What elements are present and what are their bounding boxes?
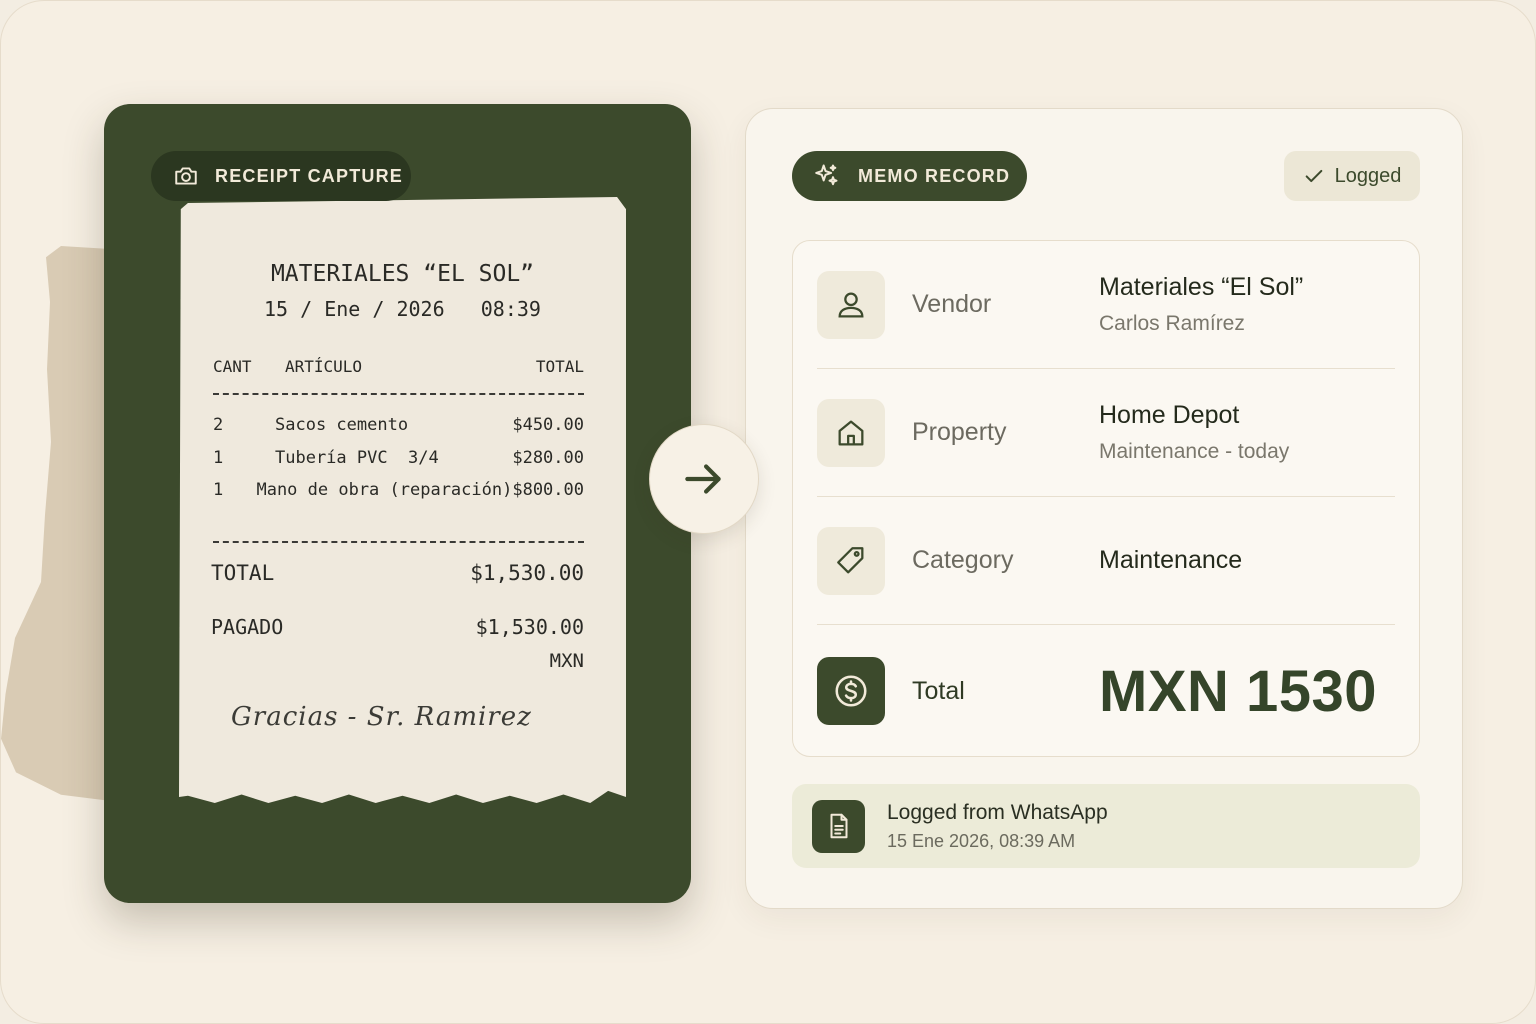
receipt-paid-label: PAGADO — [211, 615, 284, 639]
total-value: MXN 1530 — [1099, 658, 1378, 724]
receipt-paid-value: $1,530.00 — [475, 615, 584, 639]
source-title: Logged from WhatsApp — [887, 800, 1108, 824]
source-info-bar: Logged from WhatsApp 15 Ene 2026, 08:39 … — [792, 784, 1420, 868]
transfer-arrow-button[interactable] — [649, 424, 759, 534]
receipt-col-total: TOTAL — [535, 357, 584, 376]
field-category: Category Maintenance — [817, 497, 1395, 625]
source-timestamp: 15 Ene 2026, 08:39 AM — [887, 830, 1076, 851]
memo-record-badge: MEMO RECORD — [792, 151, 1027, 201]
field-property: Property Home Depot Maintenance - today — [817, 369, 1395, 497]
category-value-group: Maintenance — [1099, 546, 1242, 575]
receipt-item-row: 1 Tubería PVC 3/4 $280.00 — [213, 442, 584, 475]
property-label: Property — [912, 418, 1007, 446]
item-qty: 1 — [213, 447, 224, 468]
property-value-group: Home Depot Maintenance - today — [1099, 401, 1289, 464]
receipt-total-value: $1,530.00 — [470, 561, 584, 585]
camera-icon — [175, 167, 197, 185]
item-desc: Tubería PVC 3/4 — [275, 447, 439, 468]
category-icon-box — [817, 526, 885, 595]
total-icon-box — [817, 657, 885, 725]
receipt-item-row: 1 Mano de obra (reparación) $800.00 — [213, 474, 584, 507]
vendor-value-group: Materiales “El Sol” Carlos Ramírez — [1099, 273, 1303, 336]
receipt-total-label: TOTAL — [211, 561, 275, 585]
item-amount: $280.00 — [512, 447, 584, 468]
receipt-item-row: 2 Sacos cemento $450.00 — [213, 409, 584, 442]
logged-status-label: Logged — [1334, 164, 1402, 187]
tag-icon — [837, 546, 864, 573]
item-amount: $800.00 — [512, 480, 584, 501]
receipt-paper: MATERIALES “EL SOL” 15 / Ene / 2026 08:3… — [179, 197, 626, 803]
person-icon — [838, 292, 864, 317]
item-qty: 2 — [213, 415, 224, 436]
vendor-contact: Carlos Ramírez — [1099, 312, 1245, 335]
receipt-col-qty: CANT — [213, 357, 252, 376]
app-frame: RECEIPT CAPTURE MATERIALES “EL SOL” 15 /… — [0, 0, 1536, 1024]
memo-record-label: MEMO RECORD — [858, 165, 1011, 186]
vendor-icon-box — [817, 270, 885, 339]
sparkle-icon — [815, 164, 838, 186]
category-label: Category — [912, 546, 1014, 574]
house-icon — [838, 420, 864, 445]
vendor-label: Vendor — [912, 290, 992, 318]
arrow-right-icon — [685, 464, 721, 494]
receipt-currency: MXN — [549, 650, 584, 672]
document-icon — [830, 813, 847, 839]
item-amount: $450.00 — [512, 415, 584, 436]
receipt-datetime: 15 / Ene / 2026 08:39 — [264, 297, 541, 321]
logged-status-badge: Logged — [1284, 151, 1420, 201]
item-desc: Sacos cemento — [275, 415, 409, 436]
property-note: Maintenance - today — [1099, 440, 1290, 463]
property-value: Home Depot — [1099, 401, 1240, 429]
property-icon-box — [817, 398, 885, 467]
receipt-col-item: ARTÍCULO — [285, 357, 363, 376]
total-value-group: MXN 1530 — [1099, 658, 1377, 725]
item-desc: Mano de obra (reparación) — [256, 480, 513, 501]
item-qty: 1 — [213, 480, 224, 501]
field-total: Total MXN 1530 — [817, 625, 1395, 757]
source-text-group: Logged from WhatsApp 15 Ene 2026, 08:39 … — [865, 801, 1108, 852]
receipt-store-name: MATERIALES “EL SOL” — [270, 261, 535, 287]
dollar-icon — [835, 675, 867, 707]
receipt-divider — [213, 393, 584, 395]
receipt-signature: Gracias - Sr. Ramirez — [231, 702, 532, 732]
category-value: Maintenance — [1099, 546, 1243, 574]
memo-fields: Vendor Materiales “El Sol” Carlos Ramíre… — [792, 240, 1420, 757]
receipt-column-headers: CANT ARTÍCULO TOTAL — [213, 357, 584, 376]
receipt-capture-label: RECEIPT CAPTURE — [215, 165, 404, 186]
receipt-paid-line: PAGADO $1,530.00 — [211, 615, 584, 639]
receipt-items: 2 Sacos cemento $450.00 1 Tubería PVC 3/… — [213, 409, 584, 507]
receipt-total-line: TOTAL $1,530.00 — [211, 561, 584, 585]
receipt-divider — [213, 541, 584, 543]
field-vendor: Vendor Materiales “El Sol” Carlos Ramíre… — [817, 241, 1395, 369]
check-icon — [1305, 169, 1322, 183]
source-icon-box — [812, 799, 865, 853]
total-label: Total — [912, 676, 965, 705]
vendor-value: Materiales “El Sol” — [1099, 273, 1304, 301]
receipt-capture-badge: RECEIPT CAPTURE — [151, 151, 411, 201]
